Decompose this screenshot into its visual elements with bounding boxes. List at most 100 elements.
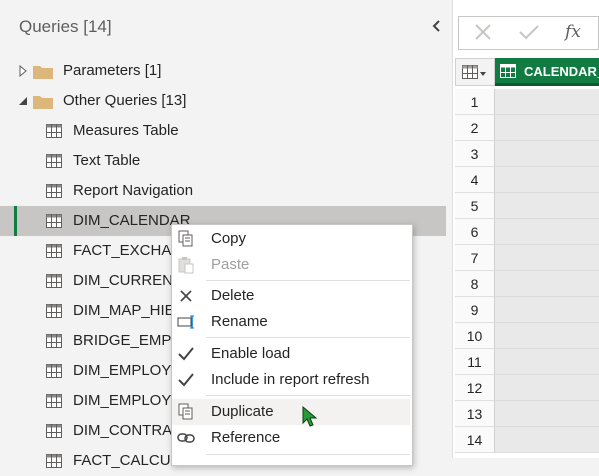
table-icon: [46, 334, 62, 348]
query-item-label: Report Navigation: [73, 182, 194, 199]
menu-item-paste[interactable]: Paste: [172, 252, 410, 278]
grid-cell[interactable]: [495, 375, 599, 401]
expand-caret-icon[interactable]: [18, 65, 28, 77]
table-icon: [46, 424, 62, 438]
grid-cell[interactable]: [495, 297, 599, 323]
grid-cell[interactable]: [495, 115, 599, 141]
row-number[interactable]: 13: [455, 401, 495, 427]
table-menu-icon: [462, 65, 486, 79]
grid-cell[interactable]: [495, 193, 599, 219]
row-number[interactable]: 6: [455, 219, 495, 245]
menu-item-enable-load[interactable]: Enable load: [172, 341, 410, 367]
table-icon: [46, 454, 62, 468]
column-header-label: CALENDAR_: [524, 64, 599, 79]
grid-cell[interactable]: [495, 427, 599, 453]
tree-group-other-queries[interactable]: Other Queries [13]: [0, 86, 446, 116]
menu-item-label: Enable load: [211, 345, 291, 362]
table-icon: [46, 124, 62, 138]
menu-separator: [206, 395, 410, 396]
query-item-label: DIM_EMPLOYE: [73, 392, 182, 409]
collapse-pane-icon[interactable]: [428, 16, 446, 36]
delete-x-icon: [180, 290, 192, 302]
duplicate-icon: [178, 403, 193, 420]
menu-item-copy[interactable]: Copy: [172, 226, 410, 252]
menu-item-label: Paste: [211, 256, 250, 273]
tree-group-label: Parameters [1]: [63, 62, 162, 79]
row-number[interactable]: 3: [455, 141, 495, 167]
queries-pane-title: Queries [14]: [19, 17, 112, 36]
check-icon[interactable]: [511, 17, 547, 49]
table-menu-button[interactable]: [455, 58, 495, 86]
x-icon[interactable]: [465, 17, 501, 49]
context-menu: Copy Paste Delete Rename Enable load Inc…: [171, 224, 413, 466]
table-icon: [46, 184, 62, 198]
grid-cell[interactable]: [495, 323, 599, 349]
row-number[interactable]: 14: [455, 427, 495, 453]
menu-item-label: Rename: [211, 313, 268, 330]
query-item-label: DIM_CONTRAC: [73, 422, 184, 439]
tree-group-parameters[interactable]: Parameters [1]: [0, 56, 446, 86]
grid-cell[interactable]: [495, 349, 599, 375]
grid-cell[interactable]: [495, 271, 599, 297]
check-icon: [178, 347, 194, 361]
menu-item-duplicate[interactable]: Duplicate: [172, 399, 410, 425]
menu-item-reference[interactable]: Reference: [172, 425, 410, 451]
menu-separator: [206, 280, 410, 281]
grid-cell[interactable]: [495, 167, 599, 193]
grid-cell[interactable]: [495, 401, 599, 427]
query-item-label: FACT_CALCUL: [73, 452, 179, 469]
folder-icon: [33, 96, 53, 109]
fx-label[interactable]: fx: [565, 22, 581, 42]
query-item-label: DIM_MAP_HIEI: [73, 302, 179, 319]
grid-header: CALENDAR_: [455, 58, 599, 86]
table-icon: [46, 214, 62, 228]
table-icon: [46, 304, 62, 318]
tree-group-label: Other Queries [13]: [63, 92, 187, 109]
query-item-label: DIM_CURRENC: [73, 272, 184, 289]
link-icon: [177, 433, 195, 443]
table-type-icon: [500, 64, 516, 78]
row-number[interactable]: 8: [455, 271, 495, 297]
grid-cell[interactable]: [495, 89, 599, 115]
rename-icon: [177, 315, 194, 329]
menu-item-label: Reference: [211, 429, 281, 446]
row-number[interactable]: 5: [455, 193, 495, 219]
grid-cell[interactable]: [495, 245, 599, 271]
menu-separator: [206, 337, 410, 338]
paste-icon: [178, 257, 194, 274]
menu-item-label: Delete: [211, 287, 255, 304]
menu-item-delete[interactable]: Delete: [172, 283, 410, 309]
query-item-label: Text Table: [73, 152, 141, 169]
row-number[interactable]: 7: [455, 245, 495, 271]
menu-item-label: Duplicate: [211, 403, 274, 420]
menu-item-rename[interactable]: Rename: [172, 309, 410, 335]
row-number[interactable]: 10: [455, 323, 495, 349]
formula-bar: fx: [458, 16, 599, 50]
row-number[interactable]: 2: [455, 115, 495, 141]
table-icon: [46, 364, 62, 378]
query-item[interactable]: Report Navigation: [0, 176, 446, 206]
query-item[interactable]: Text Table: [0, 146, 446, 176]
menu-item-include-refresh[interactable]: Include in report refresh: [172, 367, 410, 393]
grid-cell[interactable]: [495, 219, 599, 245]
row-number[interactable]: 1: [455, 89, 495, 115]
table-icon: [46, 244, 62, 258]
table-icon: [46, 394, 62, 408]
row-number[interactable]: 4: [455, 167, 495, 193]
collapse-caret-icon[interactable]: [18, 95, 28, 107]
mouse-cursor-icon: [302, 406, 318, 427]
menu-separator: [206, 454, 410, 455]
row-number[interactable]: 9: [455, 297, 495, 323]
table-icon: [46, 154, 62, 168]
query-item-label: Measures Table: [73, 122, 179, 139]
grid-cell[interactable]: [495, 141, 599, 167]
query-item[interactable]: Measures Table: [0, 116, 446, 146]
query-item-label: DIM_EMPLOYE: [73, 362, 182, 379]
table-icon: [46, 274, 62, 288]
menu-item-label: Copy: [211, 230, 247, 247]
query-item-label: FACT_EXCHAN: [73, 242, 183, 259]
column-header[interactable]: CALENDAR_: [495, 58, 599, 86]
row-number[interactable]: 11: [455, 349, 495, 375]
row-number[interactable]: 12: [455, 375, 495, 401]
copy-icon: [178, 230, 193, 247]
